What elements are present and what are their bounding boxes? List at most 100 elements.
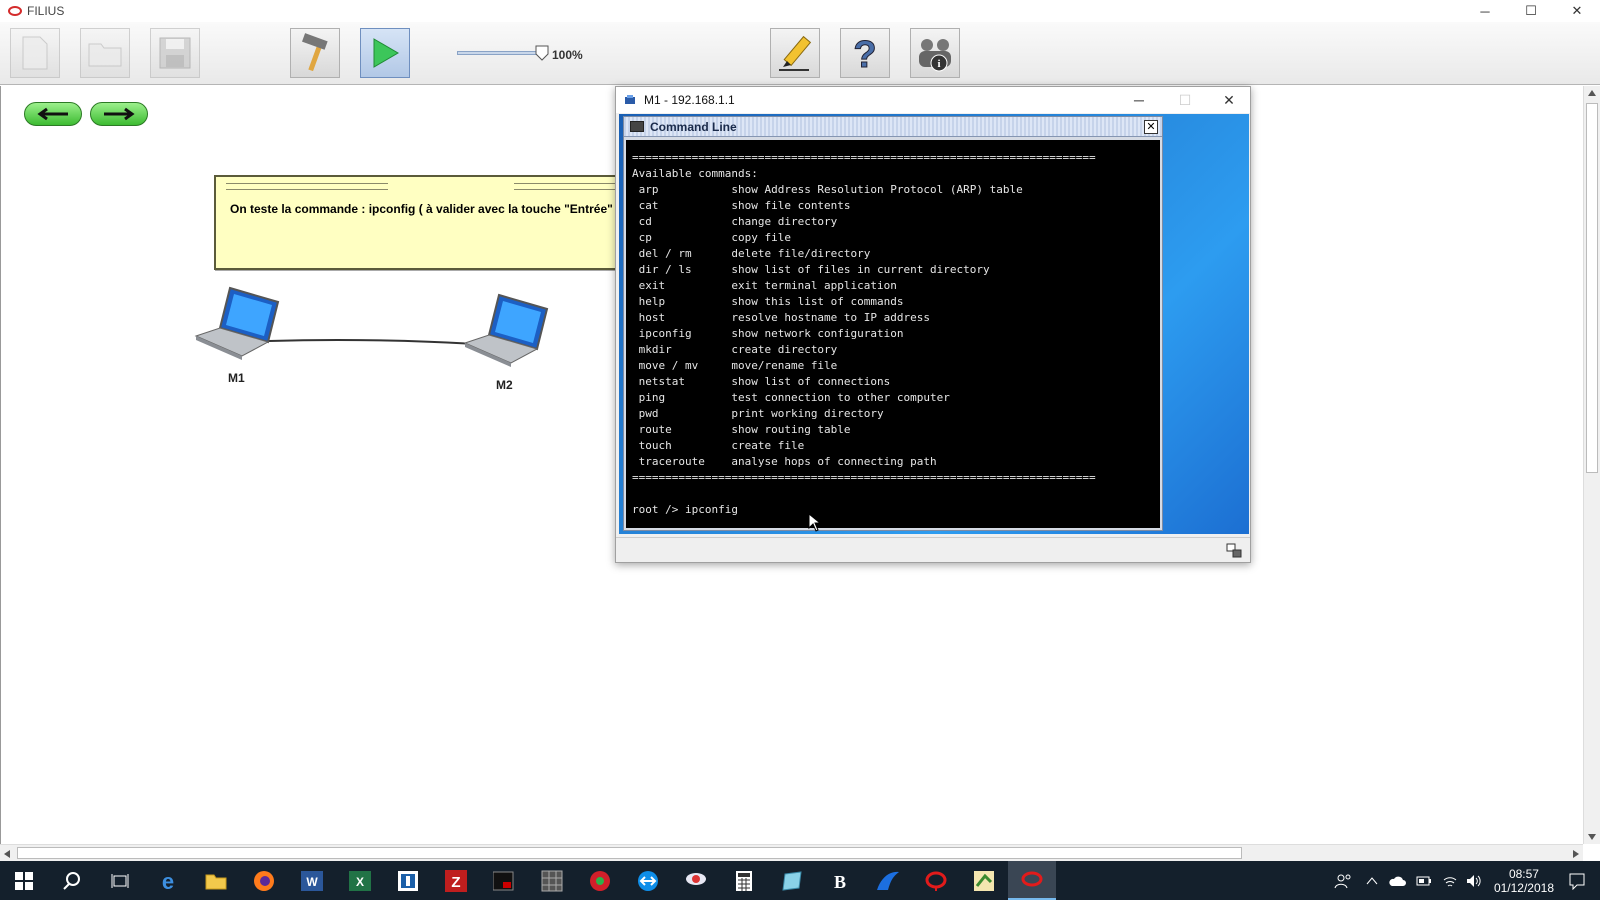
task-view-icon (111, 873, 129, 888)
design-mode-button[interactable] (290, 28, 340, 78)
app-title: FILIUS (27, 4, 65, 18)
speed-slider-thumb[interactable] (535, 45, 549, 61)
search-button[interactable] (48, 861, 96, 900)
new-file-button[interactable] (10, 28, 60, 78)
command-description: show this list of commands (731, 295, 904, 308)
notifications-icon[interactable] (1568, 872, 1586, 890)
paint-app-icon (974, 870, 994, 891)
horizontal-scroll-thumb[interactable] (17, 847, 1242, 859)
scroll-right-icon[interactable] (1572, 849, 1580, 859)
taskbar-excel[interactable]: X (336, 861, 384, 900)
terminal-command-row: arp show Address Resolution Protocol (AR… (632, 182, 1154, 198)
taskbar-filius-alt[interactable] (912, 861, 960, 900)
terminal-window-title-bar[interactable]: M1 - 192.168.1.1 ─ ☐ ✕ (616, 87, 1250, 113)
open-file-button[interactable] (80, 28, 130, 78)
terminal-icon (630, 121, 644, 132)
taskbar-edge[interactable]: e (144, 861, 192, 900)
terminal-input[interactable]: ipconfig (685, 503, 738, 516)
b-app-icon: B (834, 872, 846, 892)
taskbar-firefox[interactable] (240, 861, 288, 900)
taskbar-app-dark[interactable] (480, 861, 528, 900)
word-icon: W (301, 870, 323, 891)
simulation-mode-button[interactable] (360, 28, 410, 78)
vertical-scroll-thumb[interactable] (1586, 103, 1598, 473)
terminal-prompt-line[interactable]: root /> ipconfig (632, 502, 1154, 518)
taskbar-app-paint[interactable] (960, 861, 1008, 900)
help-button[interactable]: ? (840, 28, 890, 78)
command-description: show Address Resolution Protocol (ARP) t… (731, 183, 1023, 196)
taskbar-app-red[interactable] (576, 861, 624, 900)
battery-icon[interactable] (1416, 876, 1432, 886)
terminal-window[interactable]: M1 - 192.168.1.1 ─ ☐ ✕ Command Line ✕ ==… (615, 86, 1251, 563)
taskbar-word[interactable]: W (288, 861, 336, 900)
scroll-down-icon[interactable] (1587, 833, 1597, 841)
command-name: cd (632, 215, 732, 228)
firefox-icon (254, 870, 274, 891)
laptop-m2-icon[interactable] (463, 293, 553, 373)
terminal-window-footer (616, 537, 1250, 562)
scroll-up-icon[interactable] (1587, 89, 1597, 97)
volume-icon[interactable] (1466, 874, 1482, 888)
horizontal-scrollbar[interactable] (0, 844, 1583, 861)
taskbar-app-wave[interactable] (864, 861, 912, 900)
maximize-button[interactable]: ☐ (1508, 0, 1554, 22)
taskbar-filezilla[interactable]: Z (432, 861, 480, 900)
taskbar-calculator[interactable] (720, 861, 768, 900)
close-button[interactable]: ✕ (1554, 0, 1600, 22)
play-icon (373, 38, 399, 68)
terminal-maximize-button[interactable]: ☐ (1162, 87, 1208, 113)
command-description: resolve hostname to IP address (731, 311, 931, 324)
taskbar-app-bracket[interactable] (384, 861, 432, 900)
taskbar-filius-active[interactable] (1008, 861, 1056, 900)
taskbar-file-explorer[interactable] (192, 861, 240, 900)
terminal-output[interactable]: ========================================… (626, 140, 1160, 528)
node-label-m1: M1 (228, 371, 245, 385)
note-grip-left[interactable] (226, 183, 388, 190)
taskbar-app-tool[interactable] (672, 861, 720, 900)
vertical-scrollbar[interactable] (1583, 86, 1600, 844)
minimize-button[interactable]: ─ (1462, 0, 1508, 22)
command-line-title-bar[interactable]: Command Line ✕ (624, 117, 1162, 137)
chevron-up-icon[interactable] (1366, 876, 1378, 886)
taskbar-teamviewer[interactable] (624, 861, 672, 900)
terminal-command-row: traceroute analyse hops of connecting pa… (632, 454, 1154, 470)
start-button[interactable] (0, 861, 48, 900)
app-title-bar: FILIUS ─ ☐ ✕ (0, 0, 1600, 22)
windows-logo-icon (15, 871, 33, 890)
laptop-m1-icon[interactable] (194, 286, 284, 366)
node-label-m2: M2 (496, 378, 513, 392)
people-icon[interactable] (1334, 872, 1352, 890)
taskbar-app-b[interactable]: B (816, 861, 864, 900)
terminal-close-button[interactable]: ✕ (1206, 87, 1252, 113)
terminal-minimize-button[interactable]: ─ (1116, 87, 1162, 113)
scroll-left-icon[interactable] (3, 849, 11, 859)
command-description: test connection to other computer (731, 391, 950, 404)
command-line-close-button[interactable]: ✕ (1144, 120, 1158, 134)
filius-red-icon (925, 871, 947, 891)
network-cable[interactable] (1, 86, 601, 486)
resize-grip-icon[interactable] (1226, 543, 1242, 559)
command-name: ping (632, 391, 732, 404)
terminal-command-row: ipconfig show network configuration (632, 326, 1154, 342)
command-line-frame[interactable]: Command Line ✕ =========================… (623, 116, 1163, 531)
terminal-separator: ========================================… (632, 471, 1096, 484)
wifi-icon[interactable] (1442, 874, 1458, 888)
grid-app-icon (541, 870, 563, 891)
taskbar-app-grid[interactable] (528, 861, 576, 900)
terminal-separator: ========================================… (632, 151, 1096, 164)
speed-slider-track[interactable] (457, 51, 539, 55)
svg-text:?: ? (853, 34, 876, 73)
taskbar-app-crystal[interactable] (768, 861, 816, 900)
command-description: show routing table (731, 423, 851, 436)
terminal-command-row: move / mv move/rename file (632, 358, 1154, 374)
taskbar-clock[interactable]: 08:57 01/12/2018 (1494, 867, 1554, 895)
bracket-app-icon (398, 870, 418, 891)
svg-text:X: X (356, 875, 364, 889)
onedrive-cloud-icon[interactable] (1388, 875, 1406, 887)
info-button[interactable]: i (910, 28, 960, 78)
save-button[interactable] (150, 28, 200, 78)
task-view-button[interactable] (96, 861, 144, 900)
documentation-button[interactable] (770, 28, 820, 78)
system-tray: 08:57 01/12/2018 (1334, 861, 1600, 900)
search-icon (63, 871, 80, 890)
